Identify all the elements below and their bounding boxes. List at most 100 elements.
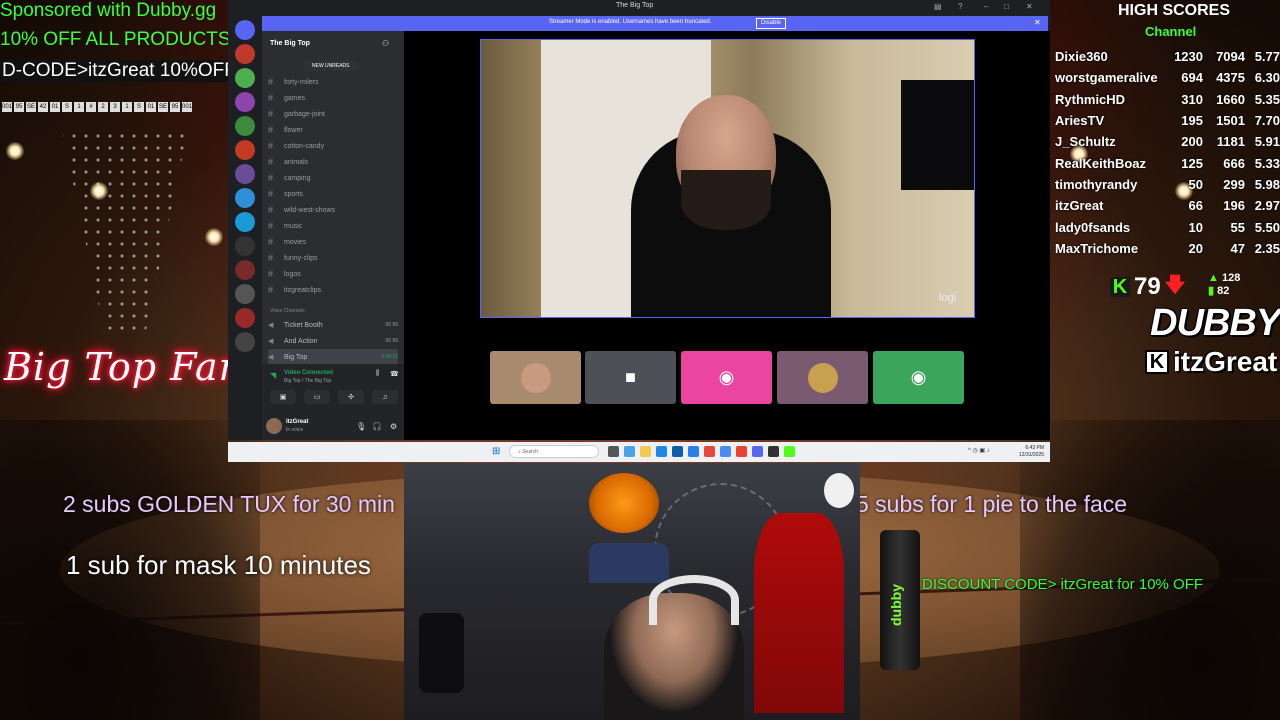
- server-icon[interactable]: [235, 308, 255, 328]
- channel-item[interactable]: # logos: [268, 266, 301, 282]
- channel-item[interactable]: # games: [268, 90, 305, 106]
- participant-tile[interactable]: ■: [585, 351, 676, 404]
- app-icon[interactable]: [720, 446, 731, 457]
- file-explorer-icon[interactable]: [640, 446, 651, 457]
- channel-label: movies: [284, 238, 307, 246]
- score-a: 310: [1181, 91, 1203, 107]
- channel-item[interactable]: # animals: [268, 154, 308, 170]
- server-icon[interactable]: [235, 332, 255, 352]
- server-icon[interactable]: [235, 236, 255, 256]
- participant-tile[interactable]: ◉: [873, 351, 964, 404]
- brave-icon[interactable]: [704, 446, 715, 457]
- ticker-chip: #: [86, 102, 96, 112]
- score-a: 125: [1181, 155, 1203, 171]
- kick-viewer-widget: K 79 🡇: [1110, 270, 1185, 304]
- inbox-icon[interactable]: ▤: [934, 2, 942, 11]
- minimize-icon[interactable]: –: [984, 2, 988, 11]
- widgets-icon[interactable]: [624, 446, 635, 457]
- score-a: 1230: [1174, 49, 1203, 65]
- channel-label: funny-clips: [284, 254, 318, 262]
- channel-item[interactable]: # forty-milers: [268, 74, 319, 90]
- channel-item[interactable]: # cotton-candy: [268, 138, 324, 154]
- voice-channel-item[interactable]: ◀ Ticket Booth 00 99: [268, 317, 398, 333]
- new-unreads-pill[interactable]: NEW UNREADS: [302, 61, 360, 71]
- arrow-down-icon: 🡇: [1164, 274, 1186, 296]
- camera-icon: ■: [625, 367, 636, 387]
- add-member-icon[interactable]: ⚇: [382, 39, 389, 48]
- participant-tile[interactable]: ◉: [681, 351, 772, 404]
- channel-item[interactable]: # funny-clips: [268, 250, 317, 266]
- ticker-chip: 01: [146, 102, 156, 112]
- server-icon[interactable]: [235, 284, 255, 304]
- channel-item[interactable]: # flower: [268, 122, 303, 138]
- server-icon[interactable]: [235, 44, 255, 64]
- close-icon[interactable]: ✕: [1034, 18, 1041, 27]
- channel-item[interactable]: # itzgreatclips: [268, 282, 321, 298]
- server-icon[interactable]: [235, 212, 255, 232]
- server-icon[interactable]: [235, 68, 255, 88]
- voice-channel-count: 00 99: [385, 338, 398, 344]
- participant-tile[interactable]: [490, 351, 581, 404]
- sponsor-line-2: 10% OFF ALL PRODUCTS: [0, 29, 231, 50]
- signal-icon: ◥: [270, 371, 277, 380]
- sponsor-code: D-CODE>itzGreat 10%OFF.: [0, 60, 242, 82]
- channel-item[interactable]: # camping: [268, 170, 310, 186]
- discord-icon[interactable]: [752, 446, 763, 457]
- camera-toggle-button[interactable]: ▣: [270, 390, 296, 404]
- screen-share-button[interactable]: ▭: [304, 390, 330, 404]
- search-input[interactable]: ⌕ Search: [509, 445, 599, 458]
- server-icon[interactable]: [235, 260, 255, 280]
- voice-channel-item[interactable]: ◀ And Action 00 99: [268, 333, 398, 349]
- main-video-feed[interactable]: logi: [480, 39, 975, 318]
- microphone-icon[interactable]: 🎙: [356, 422, 366, 431]
- app-icon[interactable]: [672, 446, 683, 457]
- task-view-icon[interactable]: [608, 446, 619, 457]
- headphones-icon[interactable]: 🎧: [372, 422, 382, 431]
- channel-item[interactable]: # music: [268, 218, 302, 234]
- help-icon[interactable]: ?: [958, 2, 962, 11]
- discord-home-icon[interactable]: [235, 20, 255, 40]
- ticker-chip: S: [134, 102, 144, 112]
- maximize-icon[interactable]: □: [1004, 2, 1009, 11]
- high-scores-subtitle: Channel: [1145, 24, 1197, 39]
- server-name[interactable]: The Big Top: [270, 40, 310, 47]
- soundboard-button[interactable]: ♫: [372, 390, 398, 404]
- channel-item[interactable]: # sports: [268, 186, 303, 202]
- table-row: lady0fsands 10 55 5.50: [1055, 216, 1280, 237]
- channel-label: music: [284, 222, 303, 230]
- activities-button[interactable]: ✣: [338, 390, 364, 404]
- score-name: RealKeithBoaz: [1055, 155, 1147, 171]
- tray-icons[interactable]: ^ ◷ ▣ ♪: [968, 447, 990, 454]
- speaker-icon: ◀: [268, 322, 274, 329]
- score-a: 694: [1181, 70, 1203, 86]
- kick-icon[interactable]: [784, 446, 795, 457]
- close-icon[interactable]: ✕: [1026, 2, 1033, 11]
- channel-item[interactable]: # wild-west-shows: [268, 202, 335, 218]
- app-icon[interactable]: [656, 446, 667, 457]
- disable-button[interactable]: Disable: [756, 18, 787, 29]
- score-name: J_Schultz: [1055, 134, 1116, 150]
- server-icon[interactable]: [235, 140, 255, 160]
- chrome-icon[interactable]: [736, 446, 747, 457]
- noise-suppression-icon[interactable]: ⫼: [376, 370, 379, 378]
- server-icon[interactable]: [235, 164, 255, 184]
- windows-start-icon[interactable]: ⊞: [492, 446, 500, 457]
- ticker-chip: 42: [38, 102, 48, 112]
- score-name: AriesTV: [1055, 113, 1105, 129]
- participant-tile[interactable]: [777, 351, 868, 404]
- score-c: 5.77: [1254, 49, 1280, 65]
- channel-item[interactable]: # movies: [268, 234, 306, 250]
- incentive-mask: 1 sub for mask 10 minutes: [66, 550, 371, 580]
- taskbar-clock[interactable]: 6:43 PM 12/31/2025: [1019, 445, 1044, 459]
- server-icon[interactable]: [235, 188, 255, 208]
- settings-gear-icon[interactable]: ⚙: [390, 422, 397, 431]
- app-icon[interactable]: [688, 446, 699, 457]
- voice-channels-header[interactable]: Voice Channels: [270, 308, 305, 314]
- avatar[interactable]: [266, 418, 282, 434]
- server-icon[interactable]: [235, 92, 255, 112]
- server-icon[interactable]: [235, 116, 255, 136]
- voice-channel-item-active[interactable]: ◀ Big Top 5:56:22: [268, 349, 398, 365]
- obs-icon[interactable]: [768, 446, 779, 457]
- channel-item[interactable]: # garbage-joint: [268, 106, 325, 122]
- disconnect-icon[interactable]: ☎: [390, 370, 399, 378]
